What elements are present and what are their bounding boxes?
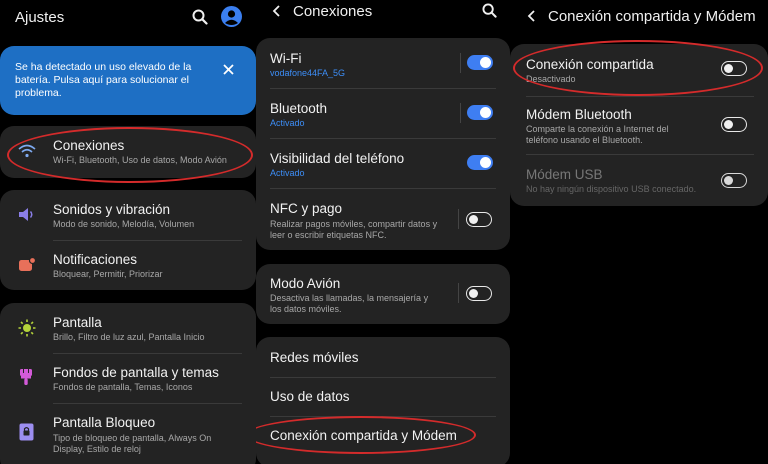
item-title: Conexión compartida y Módem bbox=[270, 428, 457, 443]
connections-panel: Conexiones Wi-Fi vodafone44FA_5G Bluetoo… bbox=[256, 0, 510, 464]
connections-item-mobile-networks[interactable]: Redes móviles bbox=[256, 337, 510, 377]
item-subtitle-line-1: Realizar pagos móviles, compartir datos … bbox=[270, 219, 438, 229]
hotspot-toggle[interactable] bbox=[721, 61, 747, 76]
connections-group-main: Wi-Fi vodafone44FA_5G Bluetooth Activado… bbox=[256, 38, 510, 250]
connections-item-visibility[interactable]: Visibilidad del teléfono Activado bbox=[256, 138, 510, 188]
item-subtitle: Desactivado bbox=[526, 74, 576, 84]
item-title: Módem USB bbox=[526, 167, 603, 182]
settings-item-display[interactable]: Pantalla Brillo, Filtro de luz azul, Pan… bbox=[0, 303, 256, 353]
connections-item-bluetooth[interactable]: Bluetooth Activado bbox=[256, 88, 510, 138]
item-title: Pantalla bbox=[53, 315, 102, 330]
item-title: Uso de datos bbox=[270, 389, 350, 404]
bluetooth-toggle[interactable] bbox=[467, 105, 493, 120]
connections-group-more: Redes móviles Uso de datos Conexión comp… bbox=[256, 337, 510, 464]
page-title: Conexiones bbox=[293, 3, 373, 20]
connections-item-data-usage[interactable]: Uso de datos bbox=[256, 377, 510, 416]
separator bbox=[458, 209, 459, 229]
battery-warning-banner[interactable]: Se ha detectado un uso elevado de la bat… bbox=[0, 46, 256, 115]
banner-line-3: problema. bbox=[15, 87, 62, 99]
item-title: Fondos de pantalla y temas bbox=[53, 365, 219, 380]
item-subtitle: Activado bbox=[270, 168, 305, 178]
separator bbox=[460, 103, 461, 123]
connections-item-tethering[interactable]: Conexión compartida y Módem bbox=[256, 416, 510, 456]
item-subtitle-line-1: Comparte la conexión a Internet del bbox=[526, 124, 669, 134]
settings-header: Ajustes bbox=[0, 0, 256, 36]
item-subtitle-line-1: Tipo de bloqueo de pantalla, Always On bbox=[53, 433, 212, 443]
close-icon[interactable] bbox=[223, 62, 234, 80]
item-subtitle: Wi-Fi, Bluetooth, Uso de datos, Modo Avi… bbox=[53, 155, 227, 165]
item-subtitle-line-2: Display, Estilo de reloj bbox=[53, 444, 141, 454]
visibility-toggle[interactable] bbox=[467, 155, 493, 170]
item-subtitle: Activado bbox=[270, 118, 305, 128]
settings-group-display: Pantalla Brillo, Filtro de luz azul, Pan… bbox=[0, 303, 256, 464]
item-subtitle: Bloquear, Permitir, Priorizar bbox=[53, 269, 163, 279]
item-title: Bluetooth bbox=[270, 101, 328, 116]
settings-item-notifications[interactable]: Notificaciones Bloquear, Permitir, Prior… bbox=[0, 240, 256, 290]
settings-group-connections: Conexiones Wi-Fi, Bluetooth, Uso de dato… bbox=[0, 126, 256, 178]
back-arrow-icon[interactable] bbox=[526, 9, 536, 27]
account-avatar-icon[interactable] bbox=[221, 6, 242, 32]
settings-item-connections[interactable]: Conexiones Wi-Fi, Bluetooth, Uso de dato… bbox=[0, 126, 256, 178]
speaker-icon bbox=[18, 207, 35, 227]
item-title: Módem Bluetooth bbox=[526, 107, 632, 122]
tethering-item-hotspot[interactable]: Conexión compartida Desactivado bbox=[510, 44, 768, 94]
item-subtitle-line-1: Desactiva las llamadas, la mensajería y bbox=[270, 293, 429, 303]
item-title: Redes móviles bbox=[270, 350, 359, 365]
settings-group-sound: Sonidos y vibración Modo de sonido, Melo… bbox=[0, 190, 256, 290]
connections-group-airplane: Modo Avión Desactiva las llamadas, la me… bbox=[256, 264, 510, 324]
settings-panel: Ajustes Se ha detectado un uso elevado d… bbox=[0, 0, 256, 464]
airplane-mode-toggle[interactable] bbox=[466, 286, 492, 301]
usb-tethering-toggle bbox=[721, 173, 747, 188]
lock-screen-icon bbox=[19, 423, 34, 446]
tethering-header: Conexión compartida y Módem bbox=[510, 0, 768, 36]
connections-item-airplane-mode[interactable]: Modo Avión Desactiva las llamadas, la me… bbox=[256, 264, 510, 324]
item-subtitle-line-2: leer o escribir etiquetas NFC. bbox=[270, 230, 387, 240]
banner-line-2: batería. Pulsa aquí para solucionar el bbox=[15, 74, 189, 86]
settings-item-sounds[interactable]: Sonidos y vibración Modo de sonido, Melo… bbox=[0, 190, 256, 240]
connections-header: Conexiones bbox=[256, 0, 510, 36]
connections-item-nfc[interactable]: NFC y pago Realizar pagos móviles, compa… bbox=[256, 188, 510, 250]
settings-item-lock-screen[interactable]: Pantalla Bloqueo Tipo de bloqueo de pant… bbox=[0, 403, 256, 463]
tethering-item-bluetooth[interactable]: Módem Bluetooth Comparte la conexión a I… bbox=[510, 96, 768, 154]
nfc-toggle[interactable] bbox=[466, 212, 492, 227]
item-title: Sonidos y vibración bbox=[53, 202, 171, 217]
search-icon[interactable] bbox=[482, 3, 497, 23]
brightness-icon bbox=[18, 319, 36, 342]
item-subtitle: Modo de sonido, Melodía, Volumen bbox=[53, 219, 195, 229]
paint-brush-icon bbox=[18, 368, 34, 391]
item-title: Modo Avión bbox=[270, 276, 341, 291]
wifi-icon bbox=[18, 144, 36, 163]
back-arrow-icon[interactable] bbox=[271, 4, 281, 22]
tethering-panel: Conexión compartida y Módem Conexión com… bbox=[510, 0, 768, 464]
separator bbox=[460, 53, 461, 73]
item-subtitle: vodafone44FA_5G bbox=[270, 68, 346, 78]
item-subtitle: Fondos de pantalla, Temas, Iconos bbox=[53, 382, 193, 392]
page-title: Ajustes bbox=[15, 9, 65, 26]
settings-item-wallpapers[interactable]: Fondos de pantalla y temas Fondos de pan… bbox=[0, 353, 256, 403]
page-title: Conexión compartida y Módem bbox=[548, 8, 756, 25]
separator bbox=[458, 283, 459, 303]
item-subtitle: No hay ningún dispositivo USB conectado. bbox=[526, 184, 697, 194]
notification-icon bbox=[18, 256, 37, 277]
item-title: Notificaciones bbox=[53, 252, 138, 267]
item-subtitle-line-2: los datos móviles. bbox=[270, 304, 342, 314]
item-subtitle-line-2: teléfono usando el Bluetooth. bbox=[526, 135, 643, 145]
item-title: Wi-Fi bbox=[270, 51, 302, 66]
item-title: NFC y pago bbox=[270, 201, 343, 216]
item-title: Conexión compartida bbox=[526, 57, 654, 72]
item-subtitle: Brillo, Filtro de luz azul, Pantalla Ini… bbox=[53, 332, 205, 342]
search-icon[interactable] bbox=[192, 9, 208, 30]
connections-item-wifi[interactable]: Wi-Fi vodafone44FA_5G bbox=[256, 38, 510, 88]
item-title: Pantalla Bloqueo bbox=[53, 415, 156, 430]
item-title: Visibilidad del teléfono bbox=[270, 151, 405, 166]
wifi-toggle[interactable] bbox=[467, 55, 493, 70]
bluetooth-tethering-toggle[interactable] bbox=[721, 117, 747, 132]
item-title: Conexiones bbox=[53, 138, 125, 153]
tethering-item-usb: Módem USB No hay ningún dispositivo USB … bbox=[510, 154, 768, 206]
tethering-group: Conexión compartida Desactivado Módem Bl… bbox=[510, 44, 768, 206]
battery-warning-text: Se ha detectado un uso elevado de la bat… bbox=[15, 61, 191, 100]
banner-line-1: Se ha detectado un uso elevado de la bbox=[15, 61, 192, 73]
